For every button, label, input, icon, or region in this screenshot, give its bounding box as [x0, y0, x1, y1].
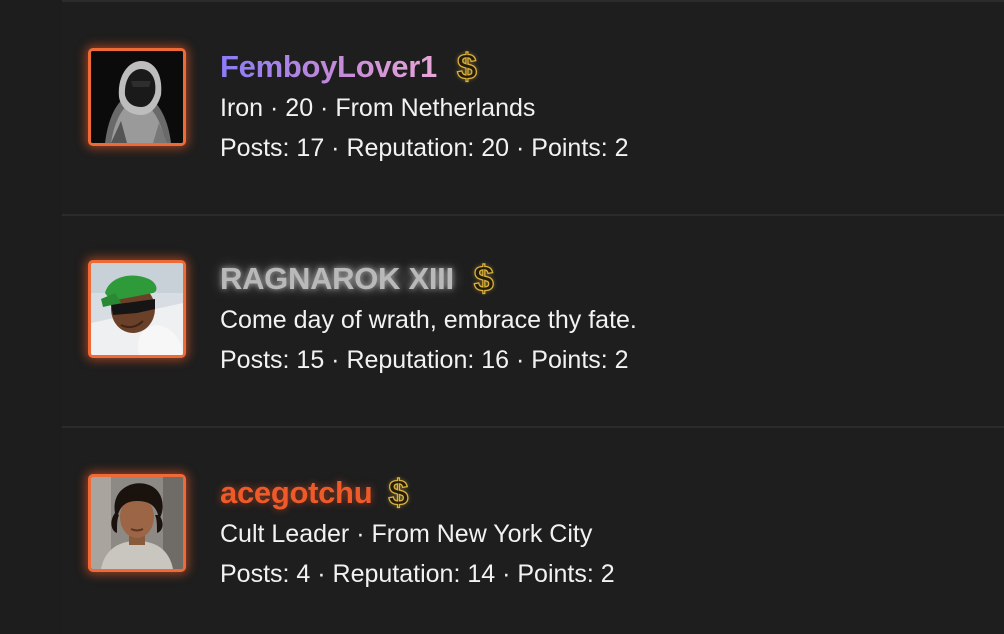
member-stats: Posts: 4 · Reputation: 14 · Points: 2 [220, 560, 615, 588]
member-info: acegotchu $ Cult Leader · From New York … [220, 472, 1004, 594]
username-link[interactable]: RAGNAROK XIII [220, 261, 464, 297]
name-row: RAGNAROK XIII $ [220, 258, 1004, 300]
member-info: RAGNAROK XIII $ Come day of wrath, embra… [220, 258, 1004, 380]
avatar-image [91, 263, 183, 355]
member-info: FemboyLover1 $ Iron · 20 · From Netherla… [220, 46, 1004, 168]
username-link[interactable]: acegotchu [220, 475, 373, 511]
username-link[interactable]: FemboyLover1 [220, 49, 437, 85]
avatar[interactable] [88, 260, 186, 358]
member-subtitle: Iron · 20 · From Netherlands [220, 94, 536, 122]
member-subtitle: Cult Leader · From New York City [220, 520, 593, 548]
avatar[interactable] [88, 48, 186, 146]
dollar-sign-icon: $ [388, 472, 409, 513]
avatar-image [91, 477, 183, 569]
avatar[interactable] [88, 474, 186, 572]
left-gutter [0, 0, 62, 634]
member-stats: Posts: 15 · Reputation: 16 · Points: 2 [220, 346, 629, 374]
member-row: RAGNAROK XIII $ Come day of wrath, embra… [62, 216, 1004, 428]
dollar-sign-icon: $ [456, 46, 477, 87]
member-list: FemboyLover1 $ Iron · 20 · From Netherla… [0, 0, 1004, 634]
member-row: acegotchu $ Cult Leader · From New York … [62, 428, 1004, 634]
avatar-image [91, 51, 183, 143]
name-row: acegotchu $ [220, 472, 1004, 514]
member-subtitle: Come day of wrath, embrace thy fate. [220, 306, 637, 334]
dollar-sign-icon: $ [473, 258, 494, 299]
name-row: FemboyLover1 $ [220, 46, 1004, 88]
member-row: FemboyLover1 $ Iron · 20 · From Netherla… [62, 2, 1004, 214]
member-stats: Posts: 17 · Reputation: 20 · Points: 2 [220, 134, 629, 162]
